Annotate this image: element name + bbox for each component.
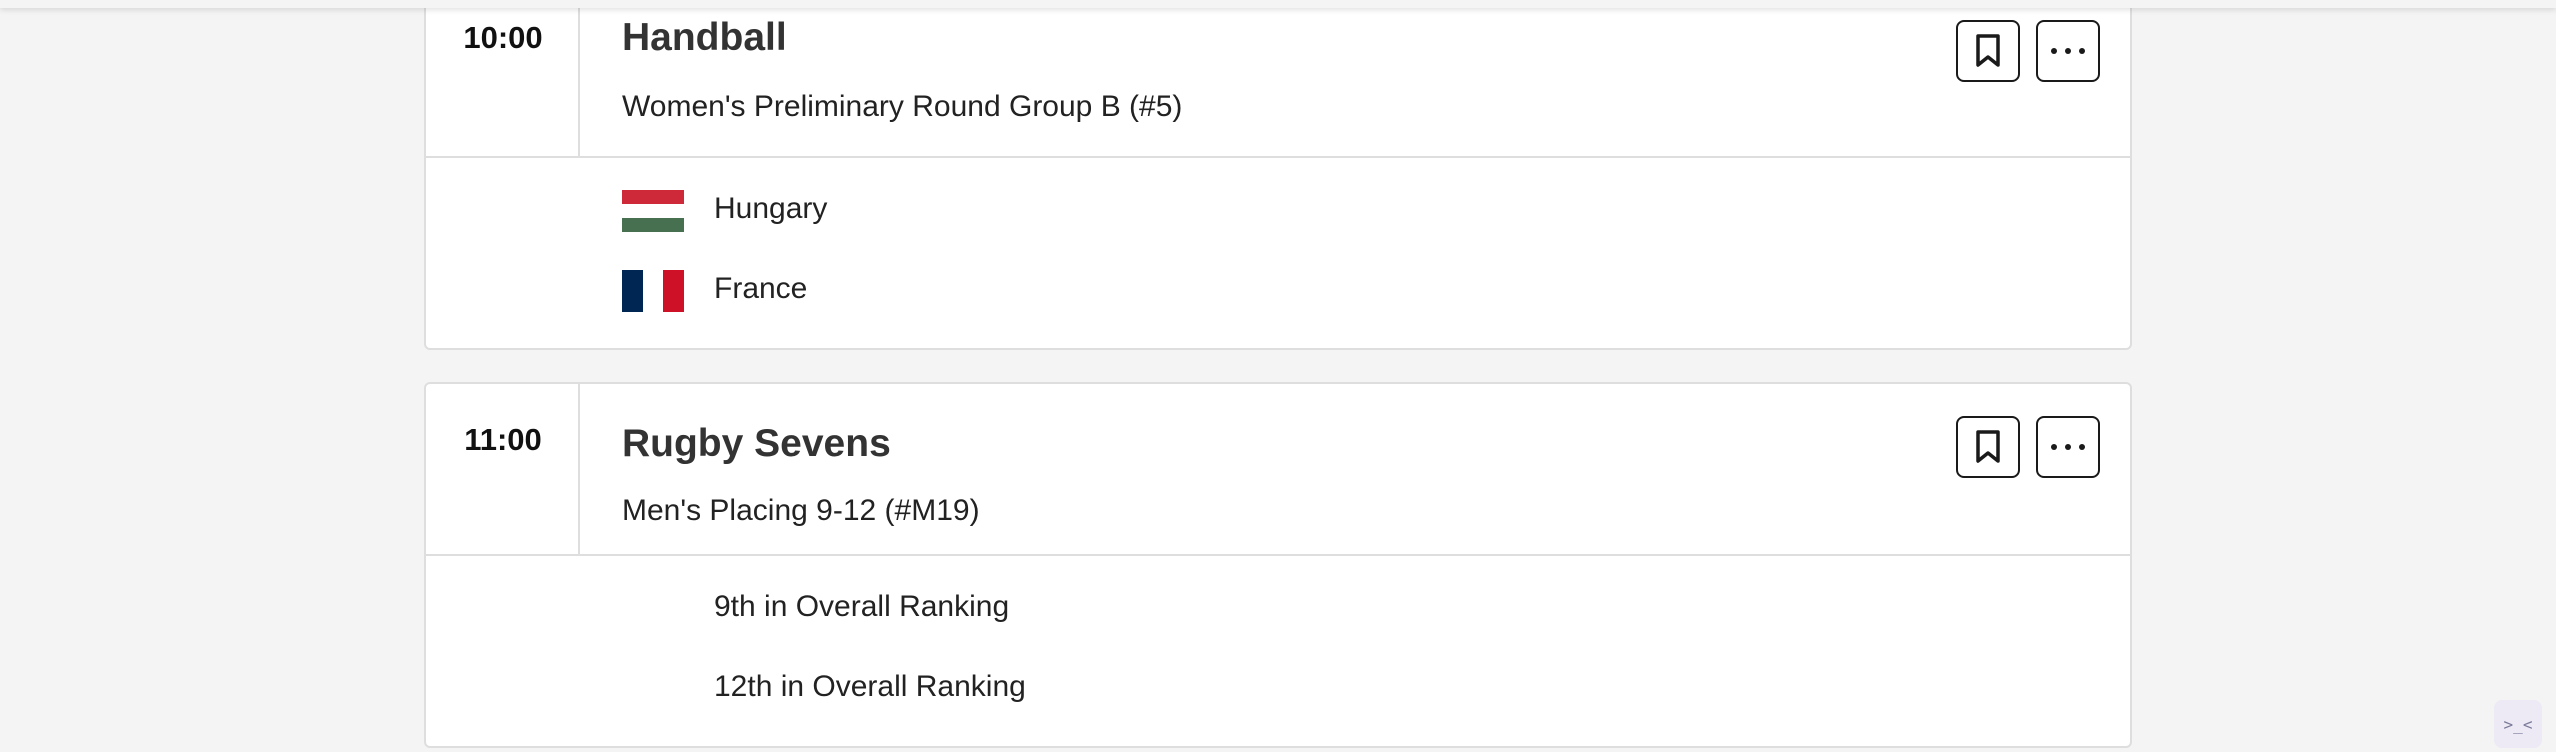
sport-name: Rugby Sevens	[622, 422, 891, 465]
time-column: 11:00	[426, 384, 580, 554]
competitor-name: France	[714, 272, 808, 305]
assistant-widget-icon[interactable]: >_<	[2494, 700, 2542, 748]
competitor-row[interactable]: 9th in Overall Ranking	[426, 588, 1426, 632]
schedule-page: 10:00 Handball Women's Preliminary Round…	[0, 0, 2556, 752]
bookmark-button[interactable]	[1956, 20, 2020, 82]
competitor-name: 12th in Overall Ranking	[714, 670, 1026, 703]
event-card-header: 10:00 Handball Women's Preliminary Round…	[426, 0, 2130, 158]
competitor-name: Hungary	[714, 192, 828, 225]
bookmark-icon	[1976, 430, 2000, 463]
competitor-name: 9th in Overall Ranking	[714, 590, 1010, 623]
event-card: 11:00 Rugby Sevens Men's Placing 9-12 (#…	[424, 382, 2132, 748]
event-name: Men's Placing 9-12 (#M19)	[622, 494, 980, 527]
more-options-icon	[2051, 444, 2085, 450]
more-options-button[interactable]	[2036, 20, 2100, 82]
bookmark-icon	[1976, 34, 2000, 67]
more-options-icon	[2051, 48, 2085, 54]
time-column: 10:00	[426, 0, 580, 156]
sticky-header-edge	[0, 0, 2556, 8]
event-card-header: 11:00 Rugby Sevens Men's Placing 9-12 (#…	[426, 384, 2130, 556]
event-name: Women's Preliminary Round Group B (#5)	[622, 90, 1183, 123]
france-flag	[622, 270, 684, 312]
event-time: 10:00	[463, 20, 543, 55]
hungary-flag	[622, 190, 684, 232]
competitor-row[interactable]: 12th in Overall Ranking	[426, 668, 1426, 712]
event-card: 10:00 Handball Women's Preliminary Round…	[424, 0, 2132, 350]
competitor-row[interactable]: France	[426, 270, 1426, 314]
sport-name: Handball	[622, 16, 787, 59]
competitor-row[interactable]: Hungary	[426, 190, 1426, 234]
more-options-button[interactable]	[2036, 416, 2100, 478]
widget-label: >_<	[2503, 714, 2533, 734]
event-time: 11:00	[464, 422, 542, 457]
bookmark-button[interactable]	[1956, 416, 2020, 478]
